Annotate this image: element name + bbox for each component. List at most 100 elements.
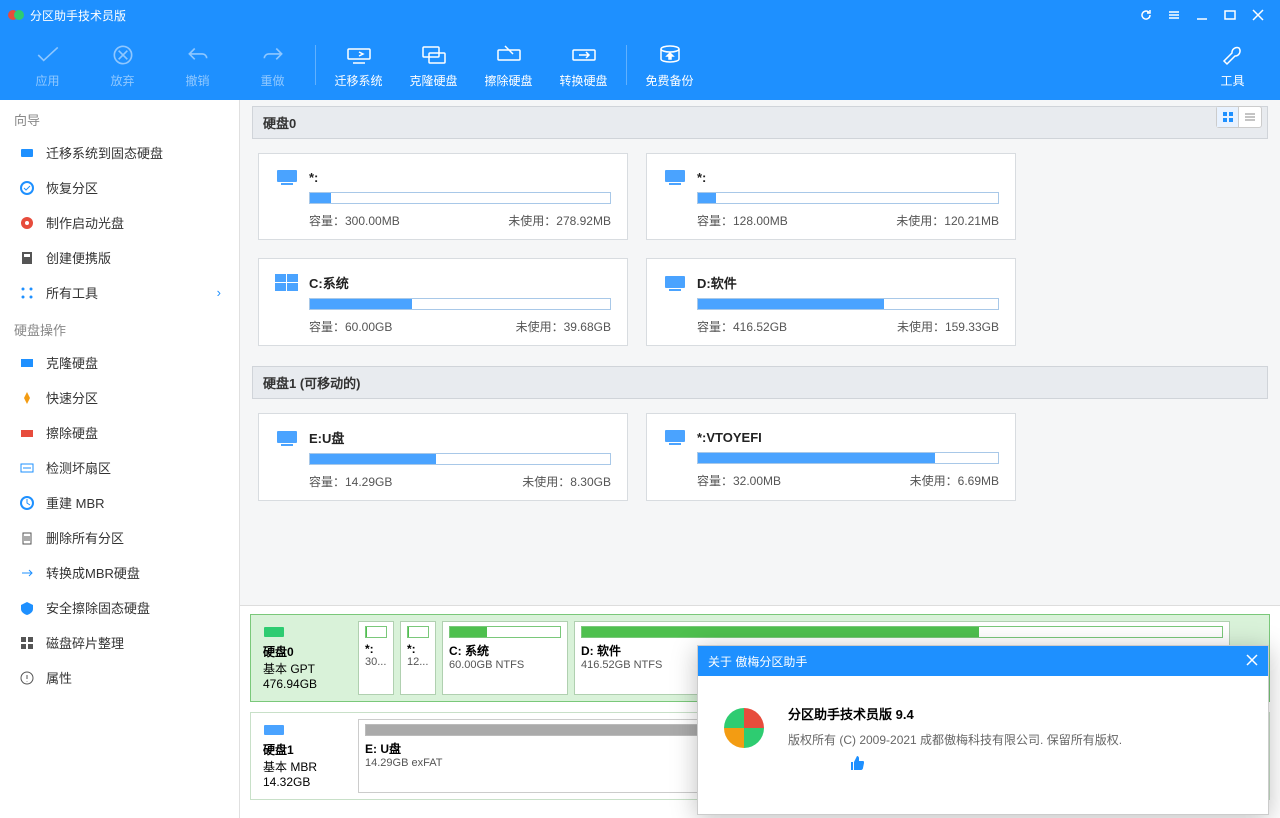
sidebar-wizard-item[interactable]: 所有工具› — [0, 275, 239, 310]
about-dialog: 关于 傲梅分区助手 分区助手技术员版 9.4 版权所有 (C) 2009-202… — [697, 645, 1269, 815]
about-product: 分区助手技术员版 9.4 — [788, 704, 1122, 723]
sidebar-icon — [18, 354, 36, 372]
partition-name: *: — [309, 170, 611, 185]
sidebar-disk-item[interactable]: 磁盘碎片整理 — [0, 625, 239, 660]
menu-icon[interactable] — [1160, 0, 1188, 30]
about-title: 关于 傲梅分区助手 — [708, 653, 807, 670]
sidebar-disk-item[interactable]: 重建 MBR — [0, 485, 239, 520]
drive-icon — [663, 274, 687, 292]
partition-name: E:U盘 — [309, 428, 611, 447]
sidebar-disk-item[interactable]: 检测坏扇区 — [0, 450, 239, 485]
maximize-icon[interactable] — [1216, 0, 1244, 30]
discard-button[interactable]: 放弃 — [85, 37, 160, 94]
view-toggle[interactable] — [1216, 106, 1262, 128]
partition-name: C:系统 — [309, 273, 611, 292]
capacity-label: 容量：32.00MB — [697, 472, 781, 489]
usage-bar — [309, 192, 611, 204]
sidebar-icon — [18, 144, 36, 162]
refresh-icon[interactable] — [1132, 0, 1160, 30]
usage-bar — [697, 192, 999, 204]
sidebar-header-disk: 硬盘操作 — [0, 310, 239, 345]
sidebar-icon — [18, 494, 36, 512]
disk-icon — [263, 625, 285, 639]
sidebar-wizard-item[interactable]: 恢复分区 — [0, 170, 239, 205]
drive-icon — [663, 168, 687, 186]
clone-disk-button[interactable]: 克隆硬盘 — [396, 37, 471, 94]
list-view-icon[interactable] — [1239, 107, 1261, 127]
wipe-disk-button[interactable]: 擦除硬盘 — [471, 37, 546, 94]
sidebar-disk-item[interactable]: 转换成MBR硬盘 — [0, 555, 239, 590]
sidebar-disk-item[interactable]: 快速分区 — [0, 380, 239, 415]
close-icon[interactable] — [1244, 0, 1272, 30]
disk-info: 硬盘0基本 GPT476.94GB — [257, 621, 352, 695]
capacity-label: 容量：128.00MB — [697, 212, 788, 229]
sidebar-wizard-item[interactable]: 制作启动光盘 — [0, 205, 239, 240]
sidebar-wizard-item[interactable]: 创建便携版 — [0, 240, 239, 275]
unused-label: 未使用：6.69MB — [910, 472, 999, 489]
partition-card[interactable]: E:U盘 容量：14.29GB未使用：8.30GB — [258, 413, 628, 501]
sidebar-icon — [18, 214, 36, 232]
partition-block[interactable]: C: 系统60.00GB NTFS — [442, 621, 568, 695]
sidebar-disk-item[interactable]: 克隆硬盘 — [0, 345, 239, 380]
minimize-icon[interactable] — [1188, 0, 1216, 30]
toolbar: 应用 放弃 撤销 重做 迁移系统 克隆硬盘 擦除硬盘 转换硬盘 免费备份 工具 — [0, 30, 1280, 100]
drive-icon — [663, 428, 687, 446]
grid-view-icon[interactable] — [1217, 107, 1239, 127]
partition-card[interactable]: *: 容量：300.00MB 未使用：278.92MB — [258, 153, 628, 240]
apply-button[interactable]: 应用 — [10, 37, 85, 94]
migrate-os-button[interactable]: 迁移系统 — [321, 37, 396, 94]
tools-button[interactable]: 工具 — [1195, 37, 1270, 94]
partitions-panel: 硬盘0 *: 容量：300.00MB 未使用：278.92MB *: 容量：128… — [240, 100, 1280, 605]
about-logo-icon — [720, 704, 768, 752]
sidebar-icon — [18, 599, 36, 617]
about-titlebar: 关于 傲梅分区助手 — [698, 646, 1268, 676]
usage-bar — [697, 452, 999, 464]
sidebar-disk-item[interactable]: 擦除硬盘 — [0, 415, 239, 450]
convert-disk-button[interactable]: 转换硬盘 — [546, 37, 621, 94]
sidebar: 向导 迁移系统到固态硬盘恢复分区制作启动光盘创建便携版所有工具› 硬盘操作 克隆… — [0, 100, 240, 818]
sidebar-icon — [18, 249, 36, 267]
backup-button[interactable]: 免费备份 — [632, 37, 707, 94]
usage-bar — [309, 453, 611, 465]
sidebar-icon — [18, 389, 36, 407]
capacity-label: 容量：416.52GB — [697, 318, 787, 335]
app-logo-icon — [8, 7, 24, 23]
partition-name: *:VTOYEFI — [697, 430, 999, 445]
drive-icon — [275, 274, 299, 292]
sidebar-header-wizard: 向导 — [0, 100, 239, 135]
sidebar-icon — [18, 179, 36, 197]
partition-name: *: — [697, 170, 999, 185]
drive-icon — [275, 168, 299, 186]
capacity-label: 容量：60.00GB — [309, 318, 392, 335]
titlebar: 分区助手技术员版 — [0, 0, 1280, 30]
disk-header: 硬盘0 — [252, 106, 1268, 139]
sidebar-icon — [18, 634, 36, 652]
partition-card[interactable]: D:软件 容量：416.52GB未使用：159.33GB — [646, 258, 1016, 346]
unused-label: 未使用：120.21MB — [896, 212, 999, 229]
partition-card[interactable]: C:系统 容量：60.00GB 未使用：39.68GB — [258, 258, 628, 346]
sidebar-disk-item[interactable]: 安全擦除固态硬盘 — [0, 590, 239, 625]
redo-button[interactable]: 重做 — [235, 37, 310, 94]
partition-block[interactable]: *:30... — [358, 621, 394, 695]
disk-header: 硬盘1 (可移动的) — [252, 366, 1268, 399]
app-title: 分区助手技术员版 — [30, 7, 1132, 24]
sidebar-wizard-item[interactable]: 迁移系统到固态硬盘 — [0, 135, 239, 170]
capacity-label: 容量：300.00MB — [309, 212, 400, 229]
undo-button[interactable]: 撤销 — [160, 37, 235, 94]
unused-label: 未使用：39.68GB — [516, 318, 611, 335]
sidebar-icon — [18, 424, 36, 442]
sidebar-disk-item[interactable]: 属性 — [0, 660, 239, 695]
partition-card[interactable]: *:VTOYEFI 容量：32.00MB 未使用：6.69MB — [646, 413, 1016, 501]
partition-block[interactable]: *:12... — [400, 621, 436, 695]
about-copyright: 版权所有 (C) 2009-2021 成都傲梅科技有限公司. 保留所有版权. — [788, 731, 1122, 748]
sidebar-icon — [18, 669, 36, 687]
disk-icon — [263, 723, 285, 737]
thumbs-up-icon[interactable] — [848, 754, 868, 775]
partition-card[interactable]: *: 容量：128.00MB 未使用：120.21MB — [646, 153, 1016, 240]
drive-icon — [275, 429, 299, 447]
capacity-label: 容量：14.29GB — [309, 473, 392, 490]
unused-label: 未使用：278.92MB — [508, 212, 611, 229]
partition-name: D:软件 — [697, 273, 999, 292]
sidebar-disk-item[interactable]: 删除所有分区 — [0, 520, 239, 555]
about-close-icon[interactable] — [1246, 654, 1258, 669]
